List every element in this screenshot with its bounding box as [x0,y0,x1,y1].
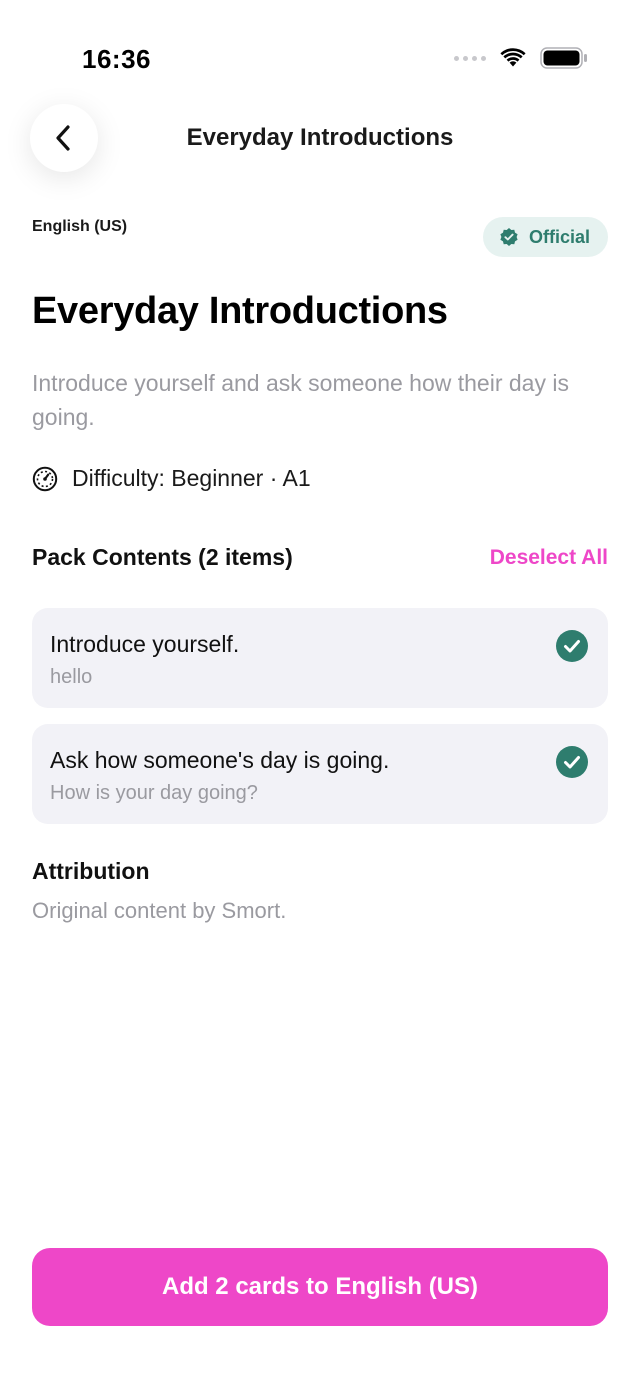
attribution-text: Original content by Smort. [32,898,287,923]
signal-dots-icon [454,55,486,61]
status-icons [454,47,588,69]
pack-item-title: Ask how someone's day is going. [50,747,390,773]
pack-contents-header: Pack Contents (2 items) Deselect All [32,544,608,571]
nav-title: Everyday Introductions [186,124,454,151]
pack-description: Introduce yourself and ask someone how t… [32,370,569,430]
checkmark-circle-icon[interactable] [556,746,588,778]
official-badge-label: Official [528,226,590,247]
add-cards-button[interactable]: Add 2 cards to English (US) [32,1248,608,1326]
difficulty-row: Difficulty: Beginner · A1 [32,465,311,492]
deselect-all-button[interactable]: Deselect All [490,546,608,570]
gauge-icon [32,466,58,491]
pack-item-subtitle: hello [50,666,93,688]
pack-contents-title: Pack Contents (2 items) [32,544,293,570]
official-badge: Official [482,217,608,257]
verified-seal-icon [500,228,518,246]
page-title: Everyday Introductions [32,290,448,332]
attribution-title: Attribution [32,858,150,884]
language-label: English (US) [32,218,128,235]
pack-item-subtitle: How is your day going? [50,782,258,804]
pack-item-title: Introduce yourself. [50,631,240,657]
battery-icon [540,47,588,69]
checkmark-circle-icon[interactable] [556,630,588,662]
pack-item-card[interactable]: Ask how someone's day is going. How is y… [32,724,608,824]
wifi-icon [500,48,526,68]
status-time: 16:36 [82,44,151,74]
pack-item-card[interactable]: Introduce yourself. hello [32,608,608,708]
difficulty-text: Difficulty: Beginner · A1 [72,465,311,491]
